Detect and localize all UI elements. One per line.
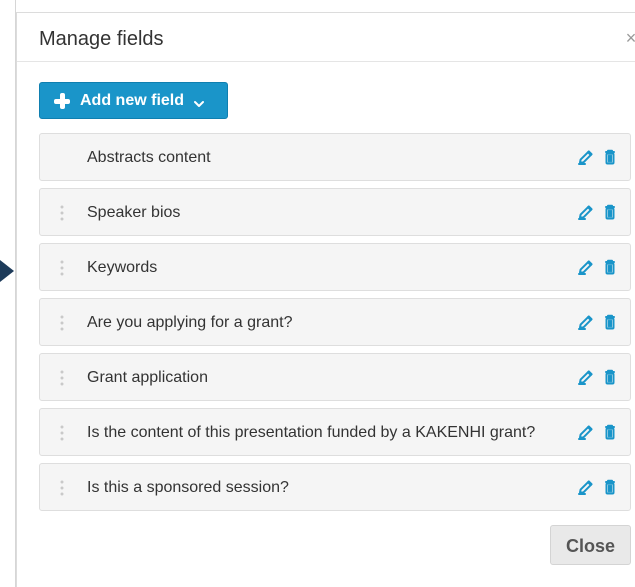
plus-icon bbox=[52, 91, 72, 111]
drag-handle-icon[interactable] bbox=[58, 313, 66, 333]
list-item: Is this a sponsored session? bbox=[39, 463, 631, 511]
drag-handle-icon[interactable] bbox=[58, 258, 66, 278]
list-item: Abstracts content bbox=[39, 133, 631, 181]
drag-handle-icon[interactable] bbox=[58, 203, 66, 223]
trash-icon[interactable] bbox=[600, 202, 620, 222]
edit-icon[interactable] bbox=[576, 257, 596, 277]
row-actions bbox=[576, 312, 620, 332]
edit-icon[interactable] bbox=[576, 202, 596, 222]
row-actions bbox=[576, 477, 620, 497]
drag-handle-icon[interactable] bbox=[58, 478, 66, 498]
row-actions bbox=[576, 367, 620, 387]
trash-icon[interactable] bbox=[600, 367, 620, 387]
field-label: Are you applying for a grant? bbox=[87, 314, 293, 331]
drag-handle-icon[interactable] bbox=[58, 423, 66, 443]
chevron-down-icon bbox=[194, 96, 204, 107]
edit-icon[interactable] bbox=[576, 422, 596, 442]
row-actions bbox=[576, 422, 620, 442]
drag-handle-icon[interactable] bbox=[58, 368, 66, 388]
list-item: Grant application bbox=[39, 353, 631, 401]
modal-title: Manage fields bbox=[39, 28, 164, 50]
left-arrow-icon bbox=[0, 258, 16, 284]
edit-icon[interactable] bbox=[576, 477, 596, 497]
close-button[interactable]: Close bbox=[550, 525, 631, 565]
trash-icon[interactable] bbox=[600, 422, 620, 442]
trash-icon[interactable] bbox=[600, 257, 620, 277]
trash-icon[interactable] bbox=[600, 312, 620, 332]
row-actions bbox=[576, 257, 620, 277]
left-gutter bbox=[0, 0, 16, 587]
field-label: Abstracts content bbox=[87, 149, 211, 166]
field-label: Keywords bbox=[87, 259, 158, 276]
row-actions bbox=[576, 147, 620, 167]
list-item: Is the content of this presentation fund… bbox=[39, 408, 631, 456]
close-icon[interactable]: × bbox=[624, 29, 635, 47]
field-label: Is this a sponsored session? bbox=[87, 479, 289, 496]
edit-icon[interactable] bbox=[576, 147, 596, 167]
list-item: Speaker bios bbox=[39, 188, 631, 236]
row-actions bbox=[576, 202, 620, 222]
edit-icon[interactable] bbox=[576, 367, 596, 387]
edit-icon[interactable] bbox=[576, 312, 596, 332]
list-item: Are you applying for a grant? bbox=[39, 298, 631, 346]
add-new-field-label: Add new field bbox=[80, 91, 184, 109]
trash-icon[interactable] bbox=[600, 477, 620, 497]
field-label: Is the content of this presentation fund… bbox=[87, 424, 536, 441]
trash-icon[interactable] bbox=[600, 147, 620, 167]
modal-header: Manage fields × bbox=[17, 13, 635, 62]
field-label: Speaker bios bbox=[87, 204, 181, 221]
add-new-field-button[interactable]: Add new field bbox=[39, 82, 228, 119]
field-label: Grant application bbox=[87, 369, 208, 386]
list-item: Keywords bbox=[39, 243, 631, 291]
